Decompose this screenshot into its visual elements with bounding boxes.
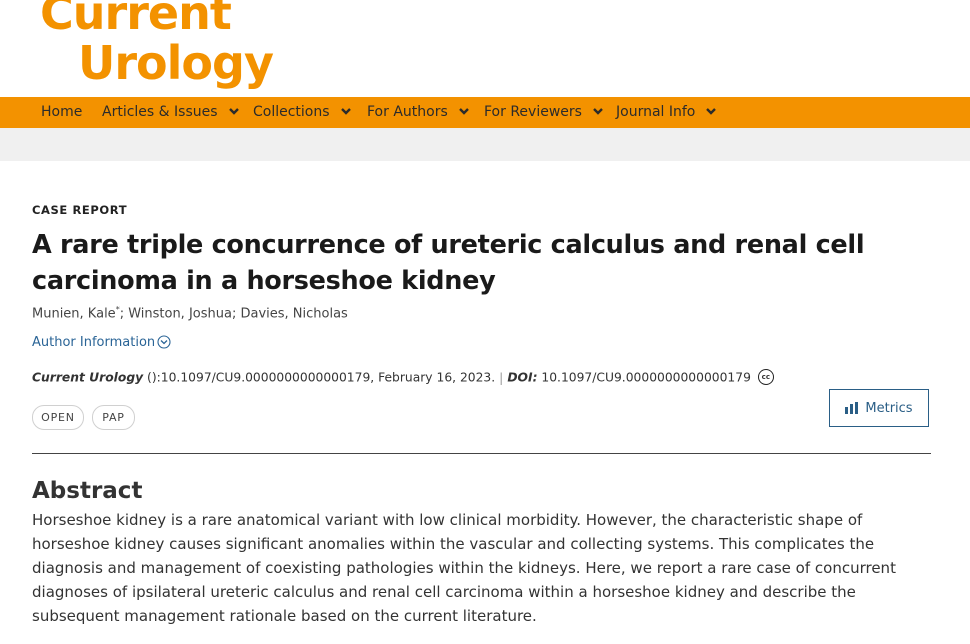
citation-separator: | — [499, 370, 504, 385]
nav-home[interactable]: Home — [41, 97, 82, 128]
chevron-down-circle-icon — [157, 334, 171, 349]
section-divider — [32, 453, 931, 454]
author-list: Munien, Kale*; Winston, Joshua; Davies, … — [32, 305, 348, 322]
nav-journal-info[interactable]: Journal Info — [616, 97, 717, 128]
nav-articles-issues-label: Articles & Issues — [102, 104, 218, 120]
nav-for-reviewers-label: For Reviewers — [484, 104, 582, 120]
pap-badge: PAP — [92, 405, 135, 430]
creative-commons-icon[interactable]: cc — [757, 369, 774, 385]
journal-logo[interactable]: Current Urology — [38, 0, 298, 98]
nav-for-reviewers[interactable]: For Reviewers — [484, 97, 604, 128]
chevron-down-icon — [706, 107, 717, 115]
citation-reference: ():10.1097/CU9.0000000000000179, Februar… — [143, 370, 496, 385]
main-navigation: Home Articles & Issues Collections For A… — [0, 97, 970, 128]
bar-chart-icon — [845, 401, 859, 414]
doi-label: DOI: — [507, 370, 538, 385]
citation-line: Current Urology ():10.1097/CU9.000000000… — [32, 369, 774, 386]
chevron-down-icon — [458, 107, 469, 115]
doi-value[interactable]: 10.1097/CU9.0000000000000179 — [541, 371, 751, 385]
metrics-label: Metrics — [865, 401, 913, 416]
nav-home-label: Home — [41, 104, 83, 120]
chevron-down-icon — [340, 107, 351, 115]
article-title: A rare triple concurrence of ureteric ca… — [32, 230, 865, 296]
nav-collections-label: Collections — [253, 104, 330, 120]
chevron-down-icon — [593, 107, 603, 115]
corresponding-author-mark: * — [115, 305, 120, 314]
nav-articles-issues[interactable]: Articles & Issues — [102, 97, 240, 128]
author-information-label: Author Information — [32, 335, 156, 350]
logo-line-current: Current — [40, 0, 232, 40]
metrics-button[interactable]: Metrics — [829, 389, 929, 427]
author-information-toggle[interactable]: Author Information — [32, 334, 171, 350]
subheader-bar — [0, 128, 970, 161]
author-name[interactable]: Munien, Kale — [32, 306, 116, 321]
chevron-down-icon — [228, 107, 239, 115]
journal-name[interactable]: Current Urology — [32, 371, 143, 385]
nav-for-authors-label: For Authors — [367, 104, 448, 120]
article-type-label: CASE REPORT — [32, 203, 128, 217]
nav-for-authors[interactable]: For Authors — [367, 97, 470, 128]
abstract-heading: Abstract — [32, 478, 143, 504]
logo-line-urology: Urology — [78, 36, 274, 90]
author-name[interactable]: Davies, Nicholas — [240, 306, 347, 321]
open-access-badge: OPEN — [32, 405, 84, 430]
nav-journal-info-label: Journal Info — [616, 104, 696, 120]
author-name[interactable]: Winston, Joshua — [128, 306, 232, 321]
abstract-text: Horseshoe kidney is a rare anatomical va… — [32, 511, 896, 625]
nav-collections[interactable]: Collections — [253, 97, 352, 128]
